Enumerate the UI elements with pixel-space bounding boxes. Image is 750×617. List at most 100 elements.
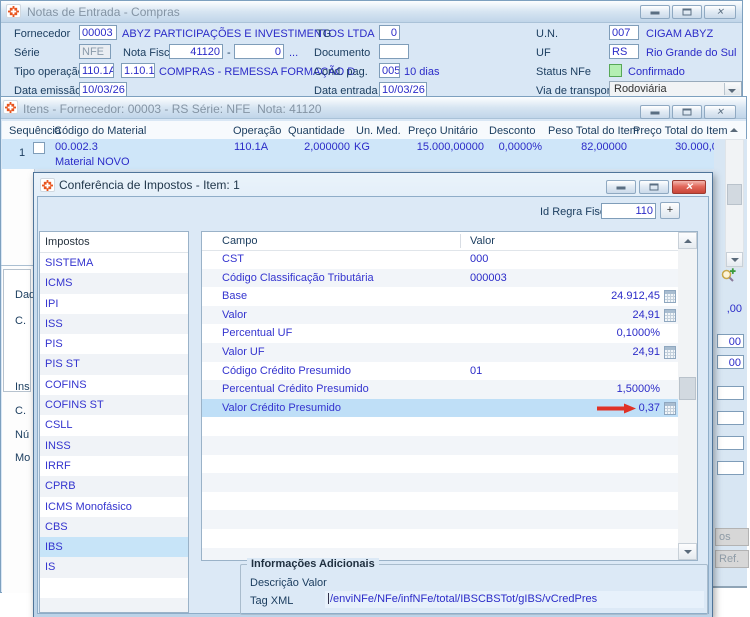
scroll-up-icon[interactable]: [730, 128, 738, 132]
imposto-item-cofins-st[interactable]: COFINS ST: [40, 395, 188, 415]
tg-input[interactable]: 0: [379, 25, 400, 40]
col-peso-total[interactable]: Peso Total do Item: [548, 125, 639, 137]
notas-close-button[interactable]: ✕: [704, 5, 736, 19]
nota-fiscal-sub-input[interactable]: 0: [234, 44, 284, 59]
itens-vertical-scrollbar[interactable]: [725, 139, 744, 268]
dropdown-button[interactable]: [724, 83, 740, 95]
tipo-operacao-code1-input[interactable]: 110.1A: [79, 63, 114, 78]
item-checkbox[interactable]: [33, 142, 45, 154]
imposto-item-cbs[interactable]: CBS: [40, 517, 188, 537]
tag-xml-field[interactable]: /enviNFe/NFe/infNFe/total/IBSCBSTot/gIBS…: [325, 591, 704, 608]
add-rule-button[interactable]: +: [660, 202, 680, 219]
uf-code-input[interactable]: RS: [609, 44, 639, 59]
itens-minimize-button[interactable]: [640, 105, 670, 119]
right-fragment-button[interactable]: Ref.: [715, 550, 749, 568]
imposto-item-inss[interactable]: INSS: [40, 436, 188, 456]
scroll-down-button[interactable]: [678, 543, 697, 560]
itens-titlebar[interactable]: Itens - Fornecedor: 00003 - RS Série: NF…: [1, 97, 746, 119]
fornecedor-code-input[interactable]: 00003: [79, 25, 117, 40]
scrollbar-thumb[interactable]: [679, 377, 696, 400]
row-percentual-uf[interactable]: Percentual UF 0,1000%: [202, 324, 678, 343]
dialog-maximize-button[interactable]: [639, 180, 669, 194]
empty-row: [202, 455, 678, 474]
imposto-item-irrf[interactable]: IRRF: [40, 456, 188, 476]
imposto-item-sistema[interactable]: SISTEMA: [40, 253, 188, 273]
tipo-operacao-code2-input[interactable]: 1.10.1: [121, 63, 155, 78]
imposto-item-pis[interactable]: PIS: [40, 334, 188, 354]
dialog-minimize-button[interactable]: [606, 180, 636, 194]
dialog-close-button[interactable]: ✕: [672, 180, 706, 194]
imposto-item-cprb[interactable]: CPRB: [40, 476, 188, 496]
imposto-item-ipi[interactable]: IPI: [40, 294, 188, 314]
right-fragment-field[interactable]: [717, 411, 744, 425]
row-percentual-credito-presumido[interactable]: Percentual Crédito Presumido 1,5000%: [202, 380, 678, 399]
imposto-item-ibs-selected[interactable]: IBS: [40, 537, 188, 557]
col-preco-unitario[interactable]: Preço Unitário: [408, 125, 478, 137]
empty-row: [202, 417, 678, 436]
imposto-item-is[interactable]: IS: [40, 557, 188, 577]
right-fragment-field[interactable]: [717, 386, 744, 400]
scroll-down-button[interactable]: [726, 252, 743, 267]
col-preco-total[interactable]: Preço Total do Item: [633, 125, 728, 137]
imposto-item-pis-st[interactable]: PIS ST: [40, 354, 188, 374]
itens-close-button[interactable]: ✕: [704, 105, 736, 119]
imposto-item-icms[interactable]: ICMS: [40, 273, 188, 293]
row-valor[interactable]: Valor 24,91: [202, 306, 678, 325]
nota-fiscal-lookup-link[interactable]: ...: [289, 47, 298, 59]
scroll-up-button[interactable]: [678, 232, 697, 249]
chevron-down-icon: [684, 550, 692, 554]
id-regra-fiscal-input[interactable]: 110: [601, 203, 656, 219]
imposto-item-iss[interactable]: ISS: [40, 314, 188, 334]
itens-maximize-button[interactable]: [672, 105, 702, 119]
serie-input[interactable]: NFE: [79, 44, 111, 59]
notas-minimize-button[interactable]: [640, 5, 670, 19]
row-codigo-credito-presumido[interactable]: Código Crédito Presumido 01: [202, 362, 678, 381]
zoom-search-icon[interactable]: [720, 267, 736, 286]
documento-input[interactable]: [379, 44, 409, 59]
row-valor-credito-presumido-selected[interactable]: Valor Crédito Presumido 0,37: [202, 399, 678, 418]
data-entrada-input[interactable]: 10/03/26: [379, 82, 427, 97]
imposto-item-cofins[interactable]: COFINS: [40, 375, 188, 395]
via-transporte-dropdown[interactable]: Rodoviária: [609, 81, 742, 97]
col-desconto[interactable]: Desconto: [489, 125, 535, 137]
col-operacao[interactable]: Operação: [233, 125, 281, 137]
calculator-icon[interactable]: [664, 309, 676, 322]
row-valor-uf[interactable]: Valor UF 24,91: [202, 343, 678, 362]
nota-fiscal-input[interactable]: 41120: [169, 44, 223, 59]
col-un-med[interactable]: Un. Med.: [356, 125, 401, 137]
calculator-icon[interactable]: [664, 346, 676, 359]
documento-label: Documento: [314, 47, 370, 59]
un-code-input[interactable]: 007: [609, 25, 639, 40]
maximize-icon: [650, 184, 659, 191]
campo-cell: Código Classificação Tributária: [222, 269, 374, 288]
row-cst[interactable]: CST 000: [202, 250, 678, 269]
col-quantidade[interactable]: Quantidade: [288, 125, 345, 137]
cond-pag-input[interactable]: 005: [379, 63, 400, 78]
col-codigo-material[interactable]: Código do Material: [54, 125, 146, 137]
notas-maximize-button[interactable]: [672, 5, 702, 19]
item-descricao: Material NOVO: [55, 156, 130, 168]
notas-titlebar[interactable]: Notas de Entrada - Compras ✕: [1, 1, 742, 23]
calculator-icon[interactable]: [664, 290, 676, 303]
campo-column-header[interactable]: Campo: [222, 232, 257, 250]
calculator-icon[interactable]: [664, 402, 676, 415]
right-fragment-field[interactable]: [717, 436, 744, 450]
valor-column-header[interactable]: Valor: [470, 232, 495, 250]
imposto-item-csll[interactable]: CSLL: [40, 415, 188, 435]
item-row[interactable]: 1 00.002.3 Material NOVO 110.1A 2,000000…: [2, 139, 746, 169]
uf-name-text: Rio Grande do Sul: [646, 47, 737, 59]
data-emissao-input[interactable]: 10/03/26: [79, 82, 127, 97]
grid-vertical-scrollbar[interactable]: [678, 232, 697, 560]
scrollbar-thumb[interactable]: [727, 184, 742, 205]
app-logo-icon: [6, 4, 21, 18]
right-fragment-field[interactable]: 00: [717, 334, 744, 348]
right-fragment-button[interactable]: os: [715, 528, 749, 546]
row-base[interactable]: Base 24.912,45: [202, 287, 678, 306]
row-codigo-classificacao[interactable]: Código Classificação Tributária 000003: [202, 269, 678, 288]
red-arrow-annotation: [597, 404, 636, 413]
impostos-header[interactable]: Impostos: [40, 232, 188, 253]
imposto-item-icms-monofasico[interactable]: ICMS Monofásico: [40, 497, 188, 517]
right-fragment-field[interactable]: [717, 461, 744, 475]
right-fragment-field[interactable]: 00: [717, 355, 744, 369]
grid-header: Campo Valor: [202, 232, 678, 251]
